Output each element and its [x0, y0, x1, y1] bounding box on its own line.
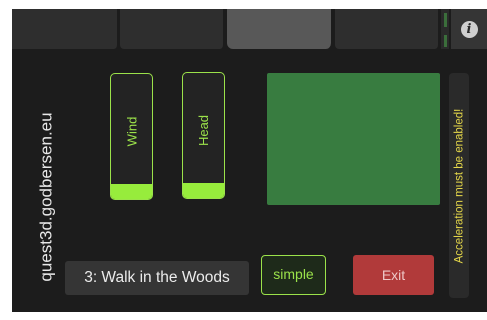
wind-slider-fill[interactable]: [111, 184, 152, 199]
site-url: quest3d.godbersen.eu: [37, 104, 57, 290]
site-url-text: quest3d.godbersen.eu: [37, 112, 57, 282]
touch-pad[interactable]: [267, 73, 440, 205]
head-slider[interactable]: Head: [182, 72, 225, 199]
tab-3-active[interactable]: [227, 9, 332, 49]
wind-slider-label: Wind: [111, 84, 152, 179]
info-button[interactable]: i: [451, 9, 487, 49]
acceleration-warning-text: Acceleration must be enabled!: [453, 108, 465, 263]
info-icon: i: [460, 20, 478, 38]
tab-4[interactable]: [335, 9, 439, 49]
head-slider-fill[interactable]: [183, 183, 224, 198]
wind-label-text: Wind: [124, 116, 139, 147]
tab-2[interactable]: [120, 9, 224, 49]
simple-button[interactable]: simple: [261, 255, 326, 295]
tab-edge-indicator-top: [444, 13, 447, 27]
app-window: i quest3d.godbersen.eu Wind Head Acceler…: [12, 9, 487, 312]
level-select[interactable]: 3: Walk in the Woods: [65, 261, 249, 295]
head-label-text: Head: [195, 114, 211, 147]
tab-1[interactable]: [12, 9, 118, 49]
tab-bar: i: [12, 9, 487, 49]
acceleration-warning: Acceleration must be enabled!: [449, 73, 469, 298]
head-slider-label: Head: [183, 83, 224, 178]
wind-slider[interactable]: Wind: [110, 73, 153, 200]
exit-button[interactable]: Exit: [353, 255, 434, 295]
tab-edge-indicator-bottom: [444, 35, 447, 47]
